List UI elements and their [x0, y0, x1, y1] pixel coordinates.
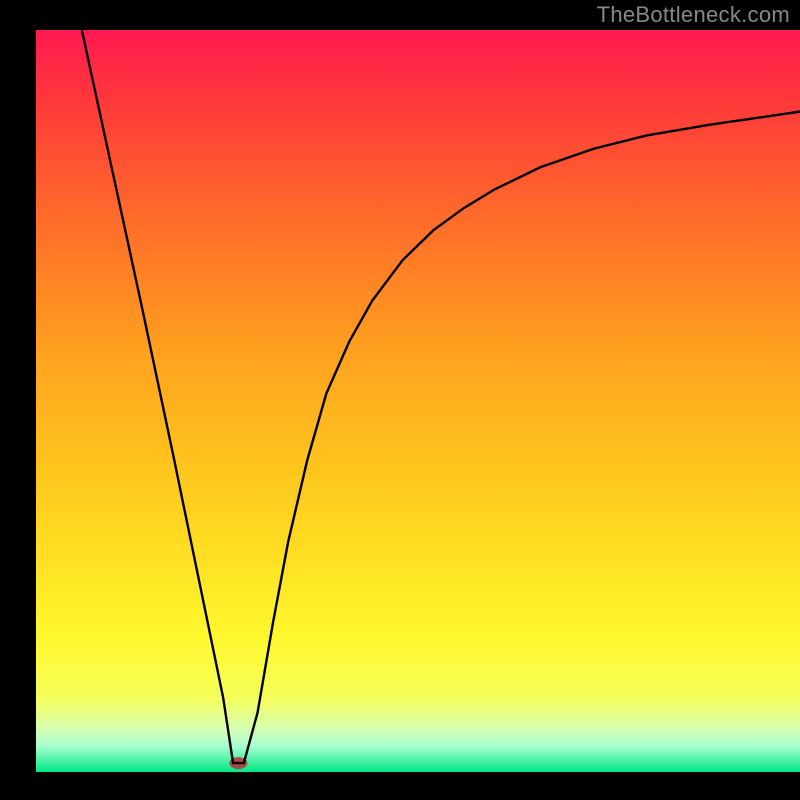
bottleneck-chart: [0, 0, 800, 800]
plot-background: [36, 30, 800, 772]
axes: [0, 772, 800, 800]
attribution-text: TheBottleneck.com: [597, 2, 790, 28]
chart-wrapper: TheBottleneck.com: [0, 0, 800, 800]
